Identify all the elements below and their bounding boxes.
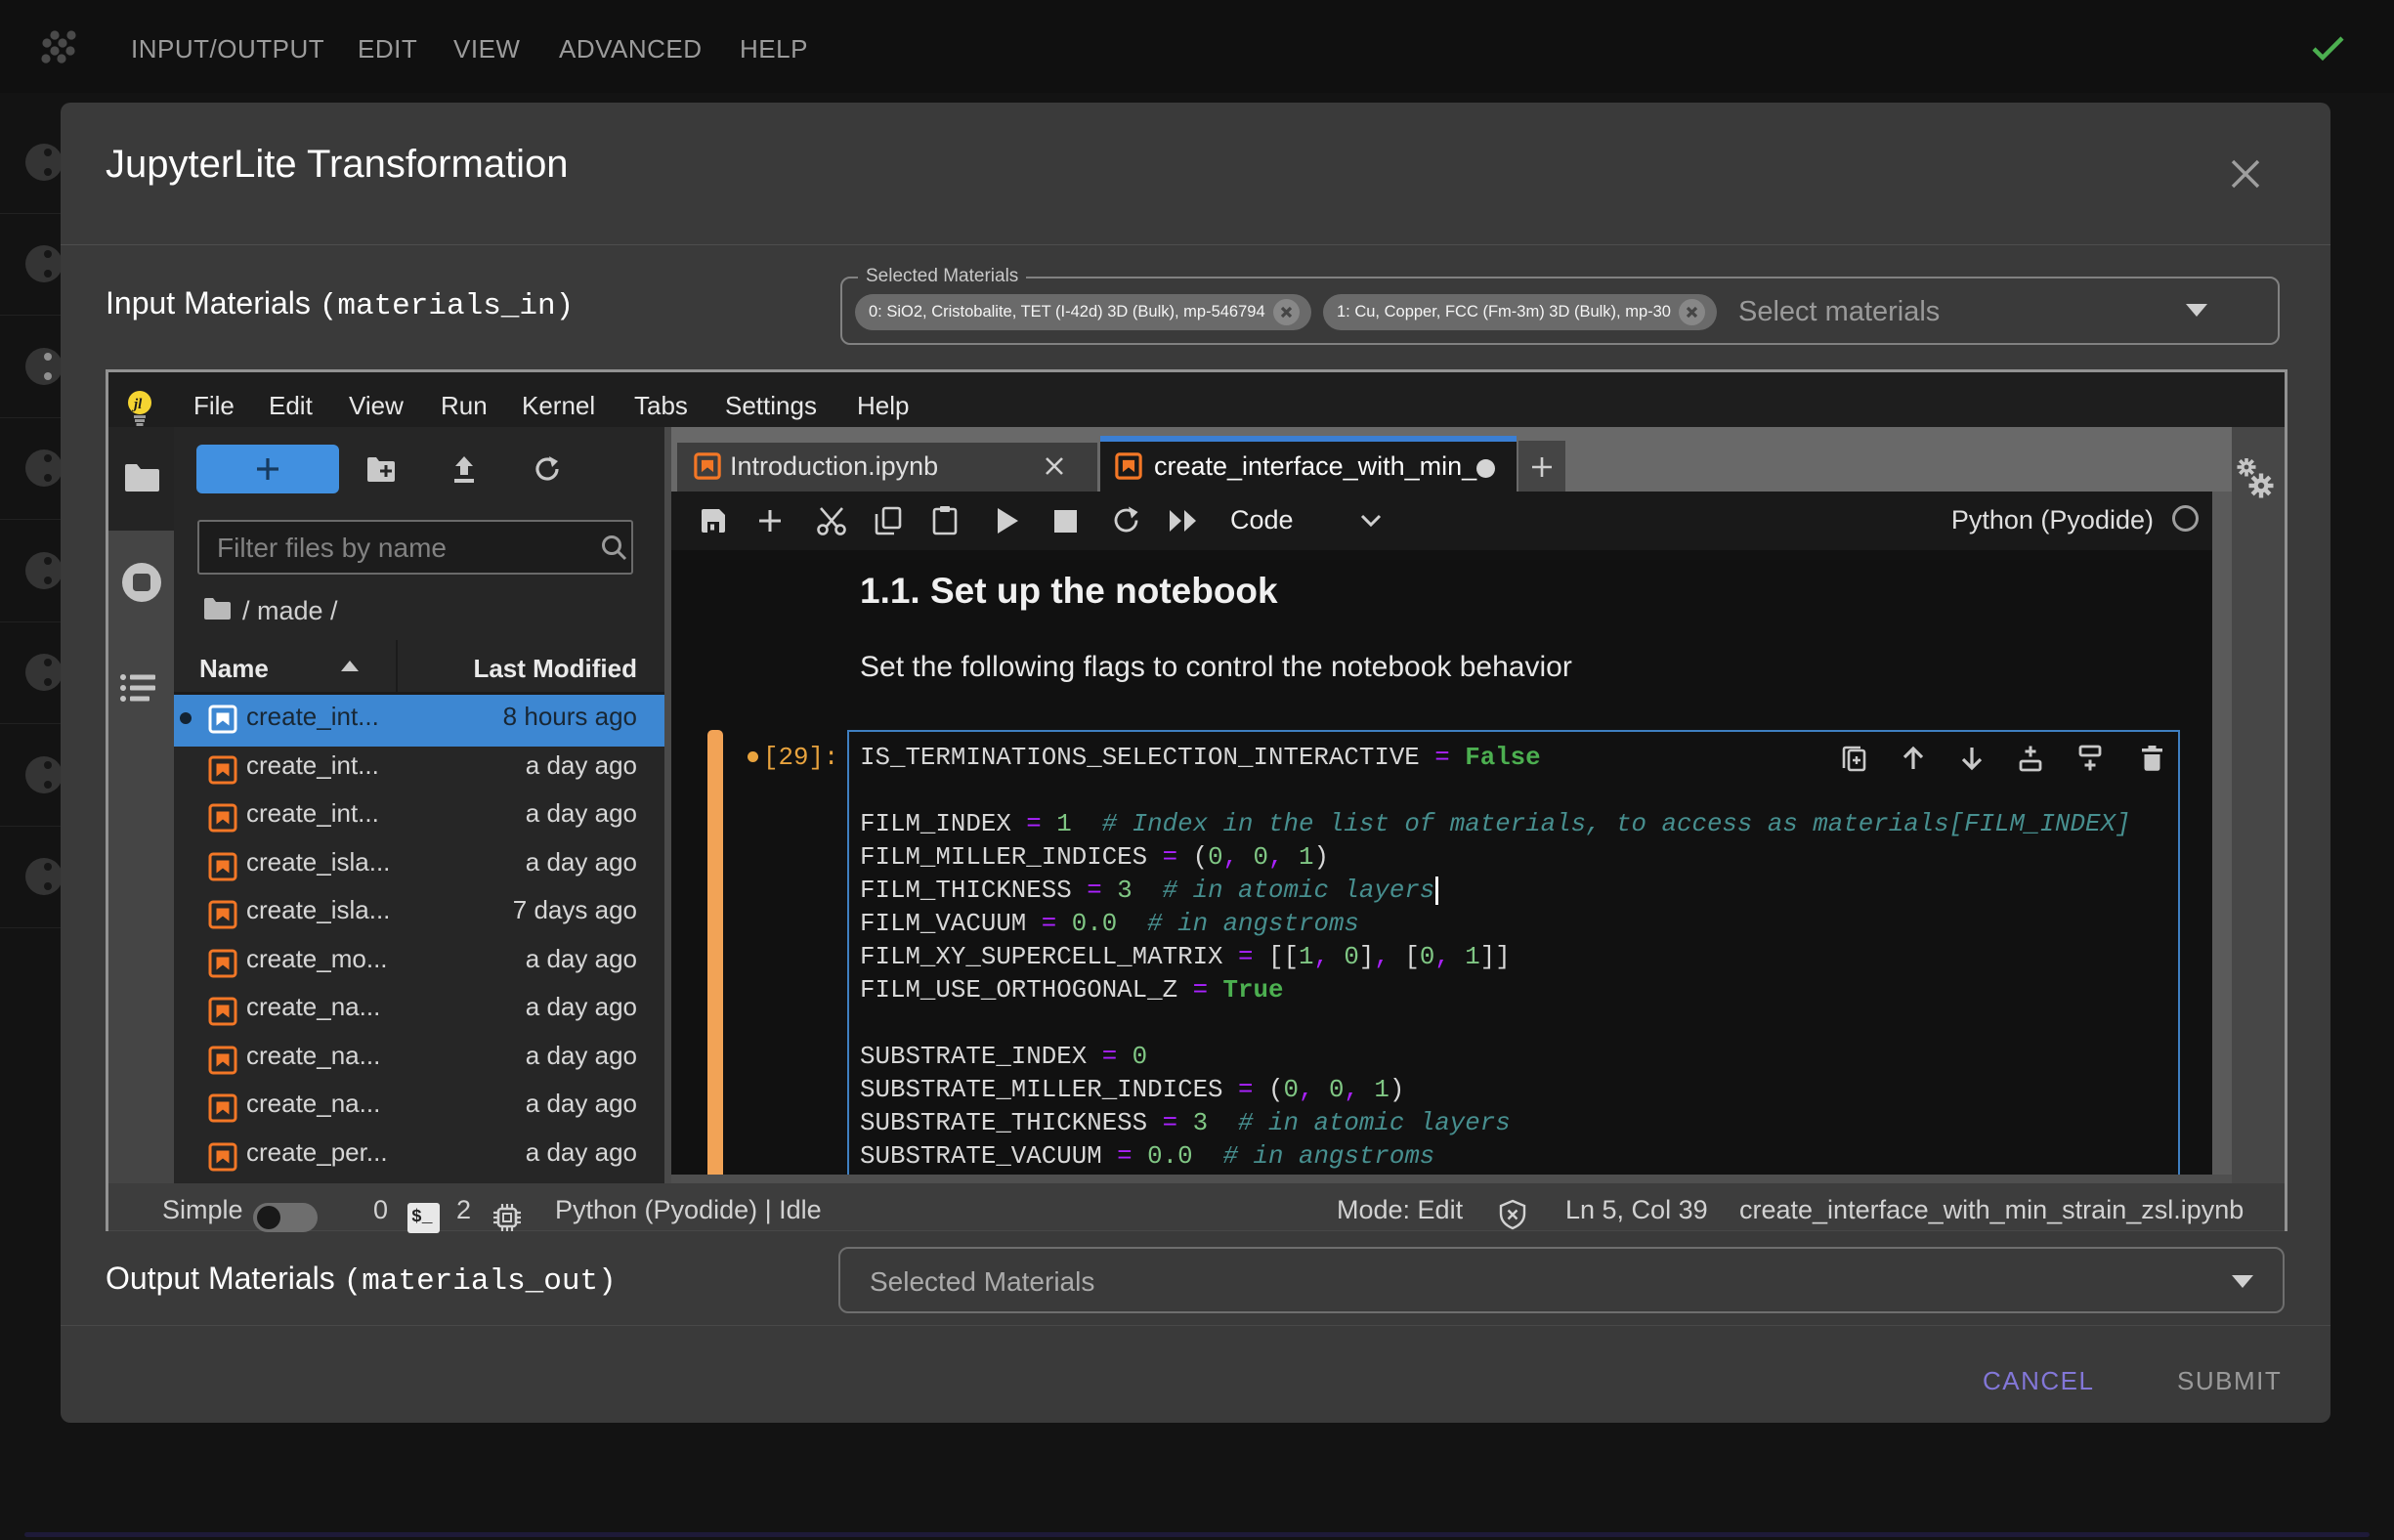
svg-text:jl: jl [132,397,143,412]
